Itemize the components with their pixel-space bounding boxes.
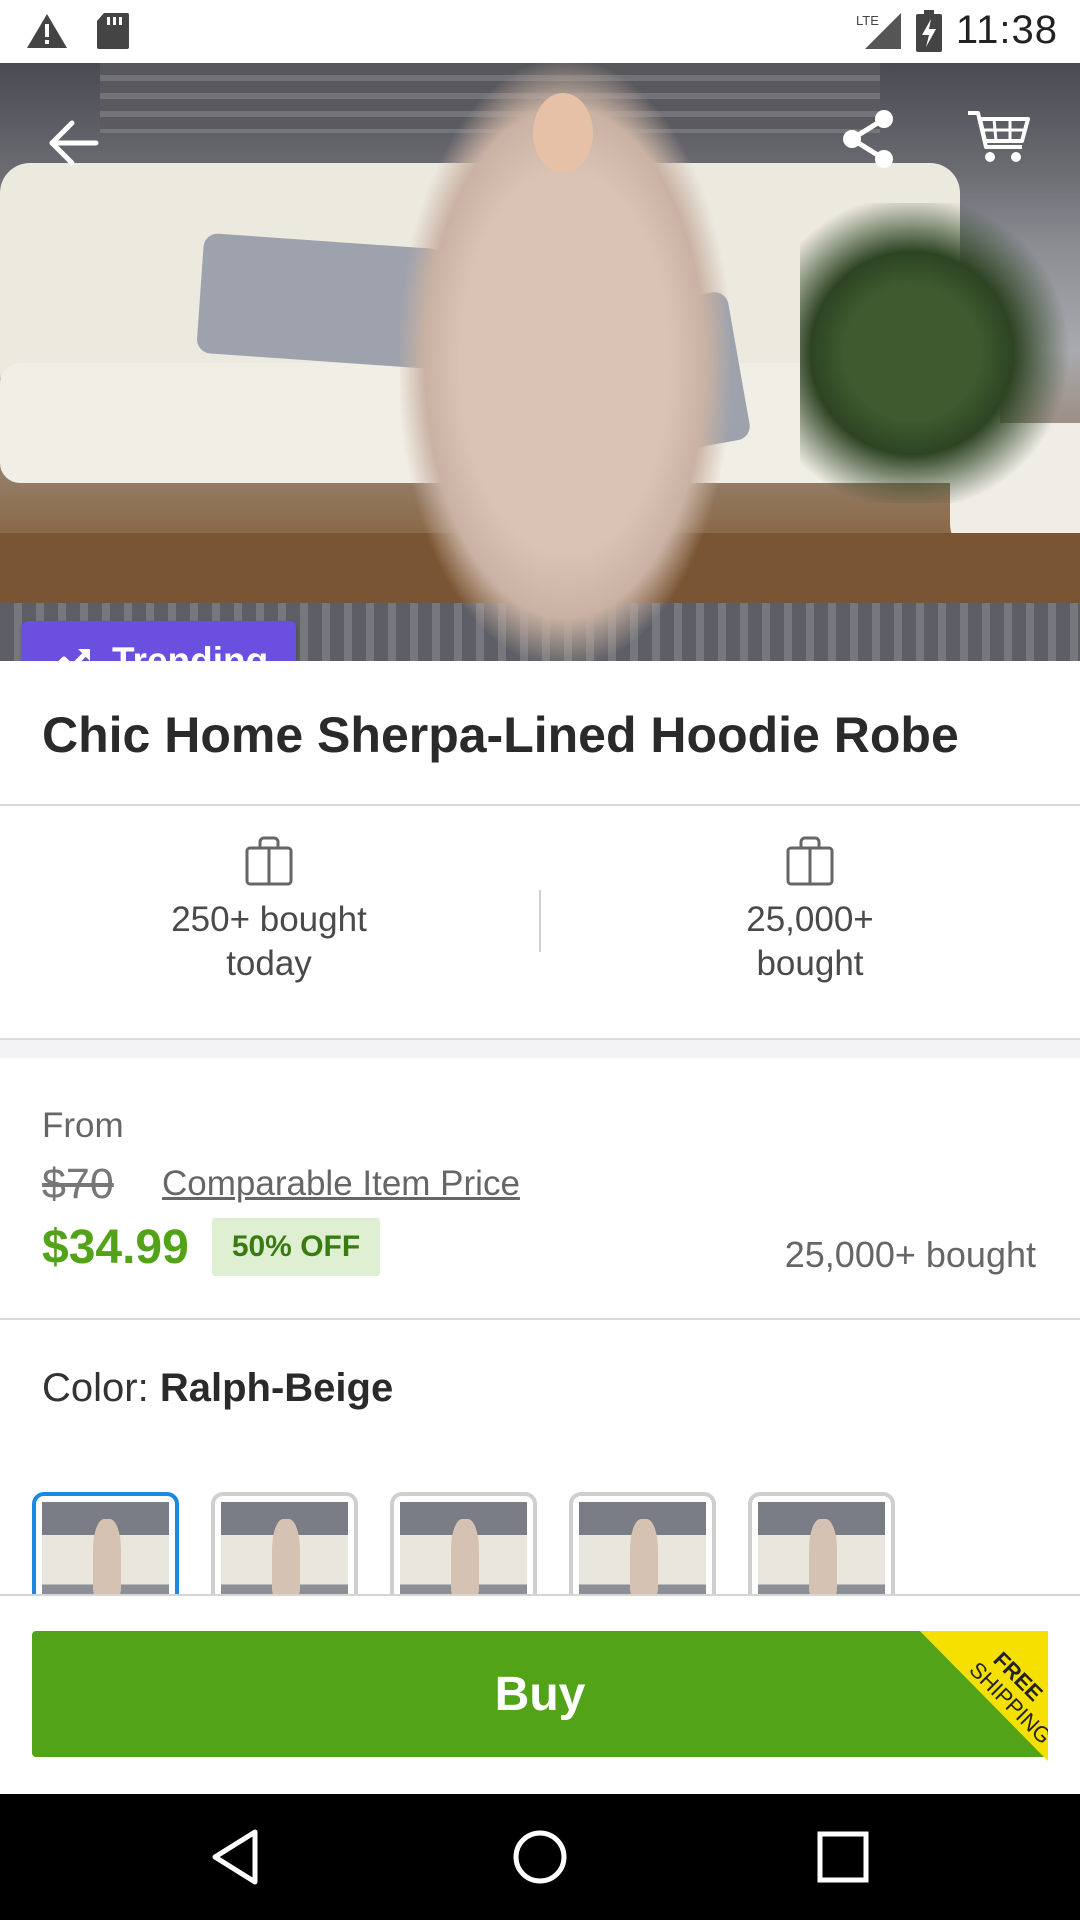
stat-today-line1: 250+ bought <box>171 900 367 939</box>
back-arrow-icon[interactable] <box>44 113 104 173</box>
price-from-label: From <box>42 1106 124 1145</box>
nav-home-icon[interactable] <box>507 1824 573 1890</box>
status-time: 11:38 <box>955 8 1058 52</box>
color-variant-thumb[interactable] <box>211 1492 358 1596</box>
product-hero-image[interactable]: Trending <box>0 63 1080 661</box>
divider <box>0 804 1080 806</box>
color-variant-thumb[interactable] <box>748 1492 895 1596</box>
divider <box>0 1318 1080 1320</box>
cart-icon[interactable] <box>966 107 1032 167</box>
buy-button-label: Buy <box>494 1667 586 1721</box>
buy-button[interactable]: Buy <box>32 1631 1048 1757</box>
hero-model-face <box>533 93 593 173</box>
color-variant-thumb[interactable] <box>390 1492 537 1596</box>
product-title: Chic Home Sherpa-Lined Hoodie Robe <box>42 707 959 763</box>
trending-badge: Trending <box>22 621 296 661</box>
svg-text:LTE: LTE <box>856 13 879 28</box>
share-icon[interactable] <box>840 107 896 171</box>
color-variant-thumb[interactable] <box>569 1492 716 1596</box>
shopping-bag-icon <box>786 836 834 886</box>
color-selector-label: Color: Ralph-Beige <box>42 1366 393 1411</box>
current-price: $34.99 <box>42 1221 189 1274</box>
signal-icon: LTE <box>856 12 901 49</box>
variant-image <box>400 1502 527 1596</box>
stat-bought-total: 25,000+ bought <box>660 836 960 986</box>
variant-image <box>42 1502 169 1596</box>
section-separator <box>0 1038 1080 1058</box>
color-variant-thumb[interactable] <box>32 1492 179 1596</box>
sd-card-icon <box>97 13 129 49</box>
trending-label: Trending <box>112 640 269 661</box>
trending-up-icon <box>58 649 90 661</box>
color-label: Color: <box>42 1366 149 1410</box>
stat-today-line2: today <box>226 944 312 983</box>
variant-image <box>758 1502 885 1596</box>
stat-separator <box>539 890 541 952</box>
stat-total-line2: bought <box>756 944 864 983</box>
comparable-price-link[interactable]: Comparable Item Price <box>162 1164 520 1204</box>
stat-total-line1: 25,000+ <box>746 900 874 939</box>
original-price: $70 <box>42 1160 114 1208</box>
variant-image <box>579 1502 706 1596</box>
warning-icon <box>27 14 67 48</box>
battery-charging-icon <box>915 9 942 52</box>
variant-image <box>221 1502 348 1596</box>
nav-back-icon[interactable] <box>203 1824 269 1890</box>
discount-badge: 50% OFF <box>212 1218 380 1276</box>
status-bar: LTE 11:38 <box>0 0 1080 63</box>
stat-bought-today: 250+ bought today <box>119 836 419 986</box>
free-shipping-ribbon: FREE SHIPPING <box>920 1631 1048 1761</box>
nav-recents-icon[interactable] <box>810 1824 876 1890</box>
bought-count: 25,000+ bought <box>784 1234 1036 1275</box>
system-nav-bar <box>0 1794 1080 1920</box>
color-variant-list <box>32 1492 1080 1596</box>
hero-plant <box>800 203 1080 503</box>
shopping-bag-icon <box>245 836 293 886</box>
color-value: Ralph-Beige <box>159 1366 394 1410</box>
